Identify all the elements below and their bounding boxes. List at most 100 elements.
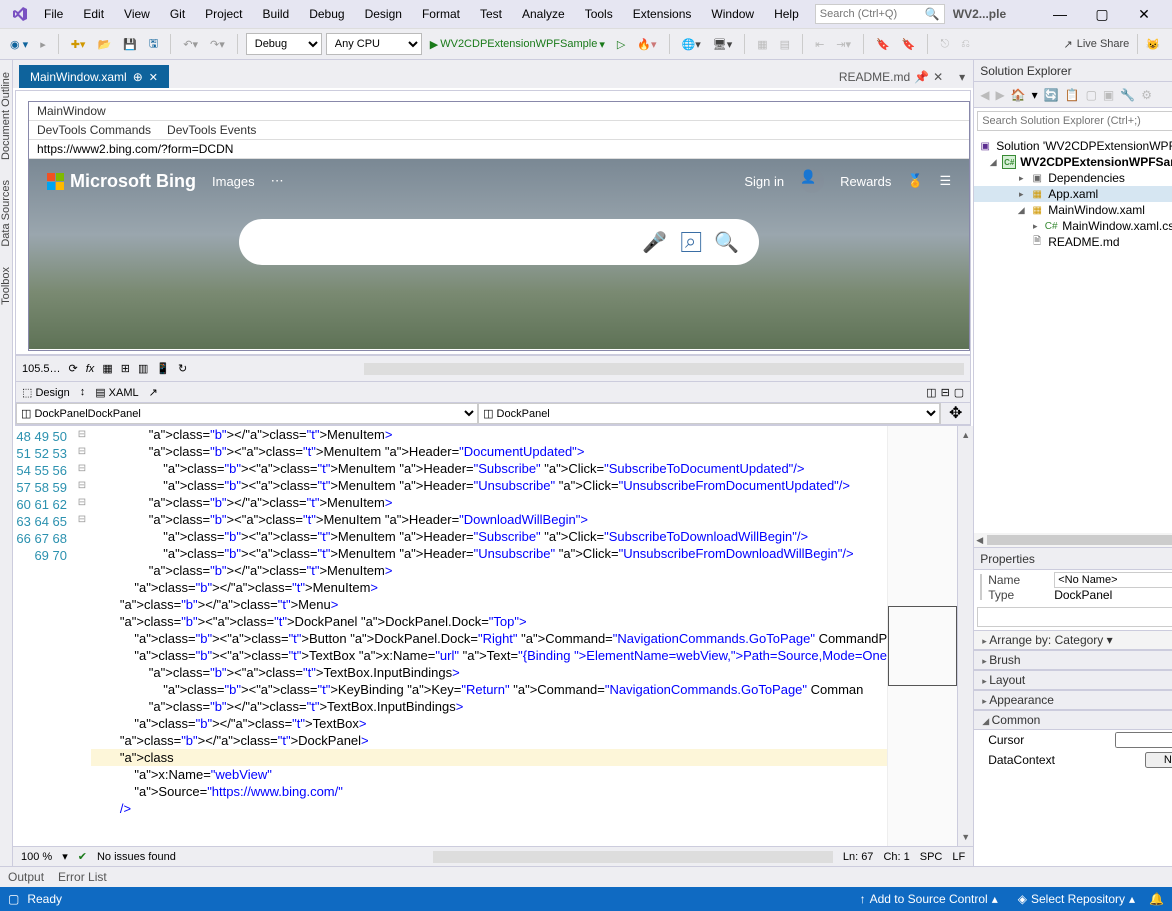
cursor-dropdown[interactable] xyxy=(1115,732,1172,748)
tab-toolbox[interactable]: Toolbox xyxy=(0,263,12,309)
prop-cursor[interactable]: Cursor ▫▾ xyxy=(974,730,1172,750)
menu-extensions[interactable]: Extensions xyxy=(625,5,700,23)
minimize-button[interactable]: — xyxy=(1044,6,1076,23)
project-node[interactable]: ◢ C# WV2CDPExtensionWPFSample xyxy=(974,154,1172,170)
nav-back-button[interactable]: ◉ ▾ xyxy=(6,36,32,53)
collapse-pane-icon[interactable]: ▢ xyxy=(954,386,964,399)
select-repository[interactable]: ◈ Select Repository ▴ xyxy=(1012,892,1141,906)
maximize-button[interactable]: ▢ xyxy=(1086,6,1118,23)
quick-launch-input[interactable] xyxy=(820,8,925,20)
notifications-icon[interactable]: 🔔 xyxy=(1149,892,1164,906)
swap-panes-icon[interactable]: ↕ xyxy=(80,386,86,398)
view-code-icon[interactable]: ⚙ xyxy=(1141,88,1152,102)
tab-output[interactable]: Output xyxy=(8,870,44,884)
solution-tree[interactable]: ▣ Solution 'WV2CDPExtensionWPFSample' ◢ … xyxy=(974,134,1172,548)
ruler-icon[interactable]: ▥ xyxy=(138,362,148,375)
add-source-control[interactable]: ↑ Add to Source Control ▴ xyxy=(854,892,1004,906)
close-button[interactable]: ✕ xyxy=(1128,6,1160,23)
menu-edit[interactable]: Edit xyxy=(75,5,112,23)
menu-build[interactable]: Build xyxy=(255,5,298,23)
menu-format[interactable]: Format xyxy=(414,5,468,23)
menu-git[interactable]: Git xyxy=(162,5,193,23)
menu-help[interactable]: Help xyxy=(766,5,807,23)
rotate-icon[interactable]: ↻ xyxy=(178,362,187,375)
solution-search[interactable]: 🔍▾ xyxy=(977,111,1172,131)
arrange-by[interactable]: Arrange by: Category ▾ xyxy=(974,630,1172,650)
tab-error-list[interactable]: Error List xyxy=(58,870,107,884)
split-horiz-icon[interactable]: ⊟ xyxy=(941,386,950,399)
effects-icon[interactable]: fx xyxy=(86,363,95,375)
issues-label[interactable]: No issues found xyxy=(97,851,176,863)
scroll-up-icon[interactable]: ▲ xyxy=(961,430,970,440)
open-button[interactable]: 📂 xyxy=(93,36,115,53)
layout-btn1[interactable]: ▦ xyxy=(753,36,771,53)
menu-test[interactable]: Test xyxy=(472,5,510,23)
element-selector-member[interactable]: ◫ DockPanel xyxy=(478,403,940,424)
redo-button[interactable]: ↷▾ xyxy=(206,36,229,53)
category-common[interactable]: Common xyxy=(974,710,1172,730)
zoom-level[interactable]: 105.5… xyxy=(22,363,61,375)
tree-node[interactable]: 🗎README.md xyxy=(974,234,1172,250)
solution-node[interactable]: ▣ Solution 'WV2CDPExtensionWPFSample' xyxy=(974,138,1172,154)
menu-file[interactable]: File xyxy=(36,5,71,23)
bookmark-btn1[interactable]: 🔖 xyxy=(872,36,894,53)
tree-node[interactable]: ▸▦App.xaml xyxy=(974,186,1172,202)
menu-project[interactable]: Project xyxy=(197,5,250,23)
horizontal-scrollbar[interactable] xyxy=(433,851,833,863)
properties-search-input[interactable] xyxy=(982,610,1172,624)
minimap[interactable] xyxy=(887,426,957,846)
hot-reload-button[interactable]: 🔥▾ xyxy=(633,36,660,53)
collapse-all-icon[interactable]: ▣ xyxy=(1103,88,1114,102)
prop-datacontext[interactable]: DataContext New ▫▾ xyxy=(974,750,1172,770)
properties-search[interactable]: 🔍 xyxy=(977,607,1172,627)
tree-h-scrollbar[interactable]: ◀▶ xyxy=(974,533,1172,547)
close-tab-icon[interactable]: ✕ xyxy=(149,71,158,84)
tree-node[interactable]: ▸C#MainWindow.xaml.cs xyxy=(974,218,1172,234)
xaml-tab[interactable]: ▤ XAML xyxy=(95,386,138,399)
code-lines[interactable]: "a">class="b"></"a">class="t">MenuItem> … xyxy=(91,426,887,846)
fwd-icon[interactable]: ▶ xyxy=(995,88,1004,102)
back-icon[interactable]: ◀ xyxy=(980,88,989,102)
tab-document-outline[interactable]: Document Outline xyxy=(0,68,12,164)
undo-button[interactable]: ↶▾ xyxy=(179,36,202,53)
fold-gutter[interactable]: ⊟ ⊟ ⊟ ⊟ ⊟ ⊟ xyxy=(73,426,91,846)
start-nodebug-button[interactable]: ▷ xyxy=(613,36,629,53)
solution-search-input[interactable] xyxy=(982,115,1172,127)
start-debug-button[interactable]: ▶ WV2CDPExtensionWPFSample ▾ xyxy=(426,36,609,53)
code-editor[interactable]: 48 49 50 51 52 53 54 55 56 57 58 59 60 6… xyxy=(13,426,973,846)
save-all-button[interactable]: 🖫 xyxy=(145,33,162,56)
tree-node[interactable]: ▸▣Dependencies xyxy=(974,170,1172,186)
refresh-icon[interactable]: ⟳ xyxy=(69,362,78,375)
name-input[interactable] xyxy=(1054,572,1172,588)
split-settings-icon[interactable]: ✥ xyxy=(940,403,970,424)
scroll-down-icon[interactable]: ▼ xyxy=(961,832,970,842)
quick-launch-search[interactable]: 🔍 xyxy=(815,4,945,24)
vertical-scrollbar[interactable]: ▲ ▼ xyxy=(957,426,973,846)
indent-mode[interactable]: SPC xyxy=(920,851,943,863)
designer-scrollbar[interactable] xyxy=(364,363,964,375)
feedback-button[interactable]: 😺 xyxy=(1146,38,1160,51)
popout-icon[interactable]: ↗ xyxy=(149,386,158,399)
align-right[interactable]: ⇥▾ xyxy=(832,36,855,53)
menu-design[interactable]: Design xyxy=(357,5,410,23)
pin-icon[interactable]: ⊕ xyxy=(133,70,143,84)
menu-view[interactable]: View xyxy=(116,5,158,23)
line-ending[interactable]: LF xyxy=(952,851,965,863)
layout-btn2[interactable]: ▤ xyxy=(776,36,794,53)
config-dropdown[interactable]: Debug xyxy=(246,33,322,55)
pin-icon[interactable]: 📌 xyxy=(914,70,929,84)
web-button[interactable]: 🖥▾ xyxy=(709,36,737,53)
sync-icon[interactable]: 🔄 xyxy=(1044,88,1059,102)
show-all-icon[interactable]: ▢ xyxy=(1086,88,1097,102)
new-project-button[interactable]: ✚▾ xyxy=(67,36,90,53)
close-tab-icon[interactable]: ✕ xyxy=(933,70,943,84)
tab-data-sources[interactable]: Data Sources xyxy=(0,176,12,251)
editor-zoom[interactable]: 100 % xyxy=(21,851,52,863)
snap-icon[interactable]: ⊞ xyxy=(121,362,130,375)
nav-fwd-button[interactable]: ▸ xyxy=(36,36,50,53)
window-menu-button[interactable]: ▾ xyxy=(951,66,973,88)
menu-window[interactable]: Window xyxy=(703,5,762,23)
step-out[interactable]: ⎋ xyxy=(936,36,953,53)
menu-analyze[interactable]: Analyze xyxy=(514,5,573,23)
grid-icon[interactable]: ▦ xyxy=(102,362,112,375)
